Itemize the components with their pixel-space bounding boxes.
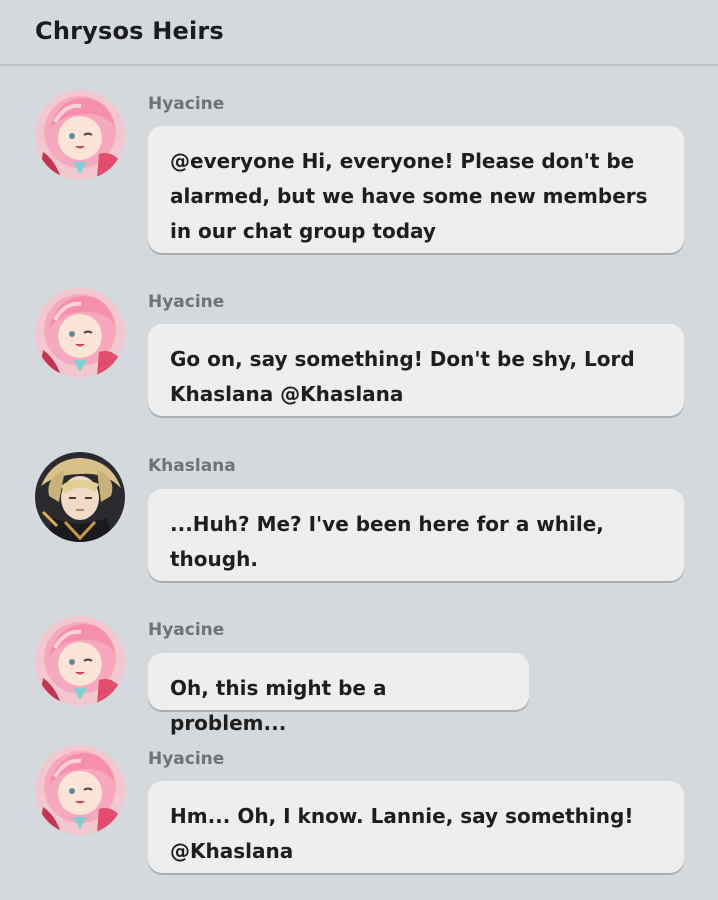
group-title: Chrysos Heirs <box>35 17 224 45</box>
message-bubble[interactable]: Go on, say something! Don't be shy, Lord… <box>148 324 684 416</box>
message-bubble[interactable]: ...Huh? Me? I've been here for a while, … <box>148 489 684 581</box>
sender-name: Khaslana <box>148 456 236 476</box>
sender-name: Hyacine <box>148 94 225 114</box>
hyacine-avatar[interactable] <box>35 745 125 835</box>
message-bubble[interactable]: @everyone Hi, everyone! Please don't be … <box>148 126 684 253</box>
khaslana-avatar[interactable] <box>35 452 125 542</box>
message-bubble[interactable]: Oh, this might be a problem... <box>148 653 529 735</box>
sender-name: Hyacine <box>148 292 225 312</box>
sender-name: Hyacine <box>148 749 225 769</box>
sender-name: Hyacine <box>148 620 225 640</box>
hyacine-avatar[interactable] <box>35 90 125 180</box>
message-bubble[interactable]: Hm... Oh, I know. Lannie, say something!… <box>148 781 684 873</box>
hyacine-avatar[interactable] <box>35 288 125 378</box>
hyacine-avatar[interactable] <box>35 616 125 706</box>
chat-header: Chrysos Heirs <box>0 0 718 66</box>
